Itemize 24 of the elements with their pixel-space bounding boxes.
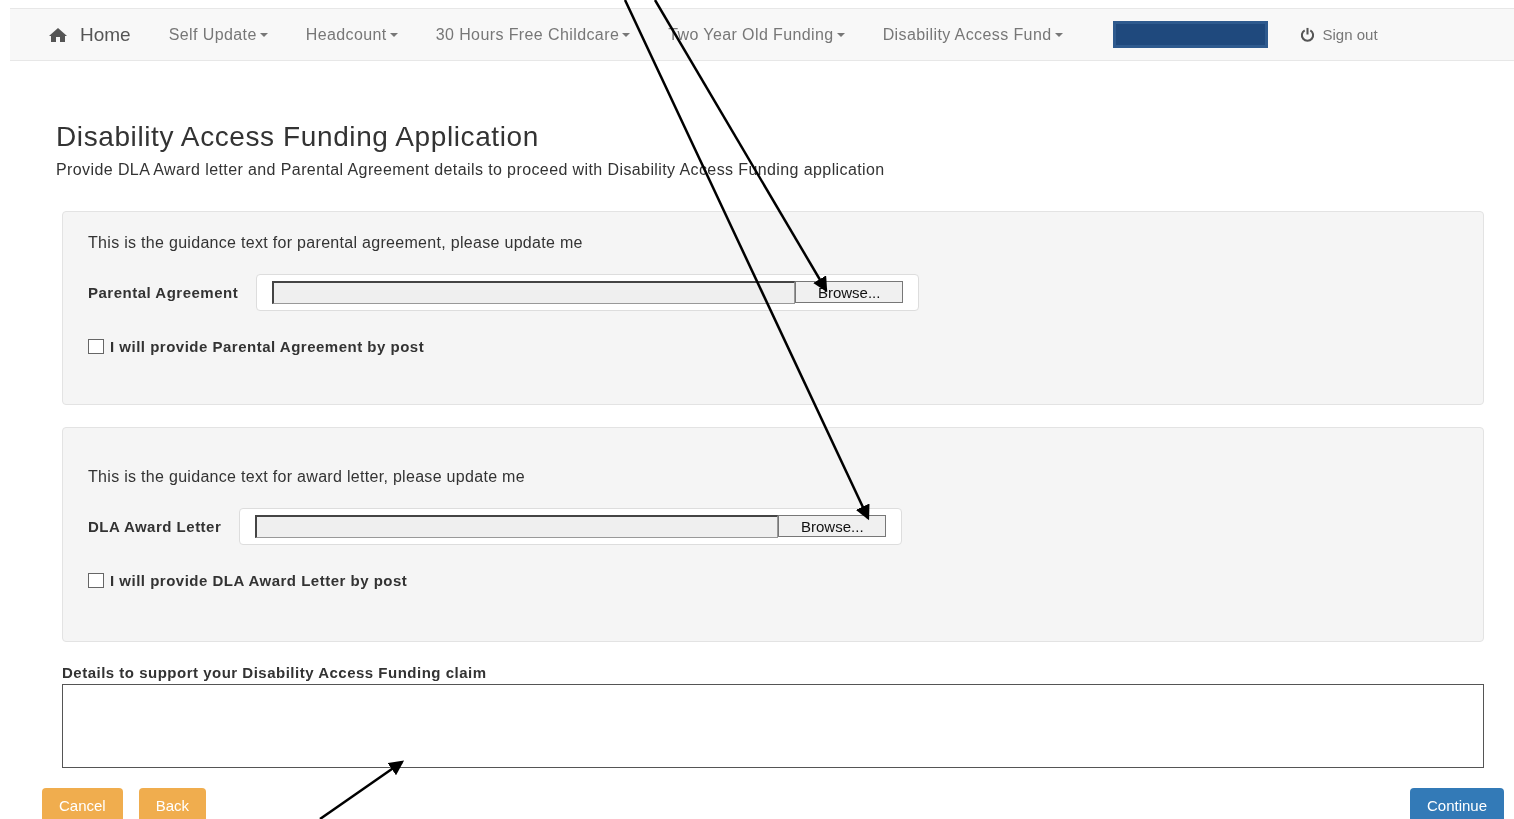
nav-menu-item[interactable]: Disability Access Fund — [882, 25, 1063, 44]
field-label: DLA Award Letter — [88, 518, 222, 535]
checkbox[interactable] — [88, 339, 104, 354]
details-label: Details to support your Disability Access Funding claim — [62, 664, 488, 681]
power-icon — [1299, 27, 1315, 42]
field-label: Parental Agreement — [88, 284, 239, 301]
page-title: Disability Access Funding Application — [56, 121, 540, 153]
nav-menu-item[interactable]: Headcount — [305, 25, 398, 44]
guidance-text: This is the guidance text for award letter, please update me — [88, 468, 526, 486]
home-link[interactable]: Home — [48, 23, 131, 46]
browse-button[interactable]: Browse... — [795, 281, 904, 303]
file-upload-field[interactable]: Browse... — [239, 508, 903, 545]
file-upload-field[interactable]: Browse... — [256, 274, 920, 311]
nav-menu-item[interactable]: Self Update — [168, 25, 268, 44]
checkbox[interactable] — [88, 573, 104, 588]
checkbox-label: I will provide Parental Agreement by post — [110, 338, 425, 355]
continue-button[interactable]: Continue — [1409, 788, 1504, 819]
browse-button[interactable]: Browse... — [778, 515, 887, 537]
details-field[interactable] — [62, 684, 1484, 768]
checkbox-label: I will provide DLA Award Letter by post — [110, 572, 408, 589]
sign-out-link[interactable]: Sign out — [1299, 26, 1378, 43]
nav-menu-item[interactable]: 30 Hours Free Childcare — [435, 25, 631, 44]
guidance-text: This is the guidance text for parental agreement, please update me — [88, 234, 584, 252]
home-icon — [48, 26, 68, 43]
